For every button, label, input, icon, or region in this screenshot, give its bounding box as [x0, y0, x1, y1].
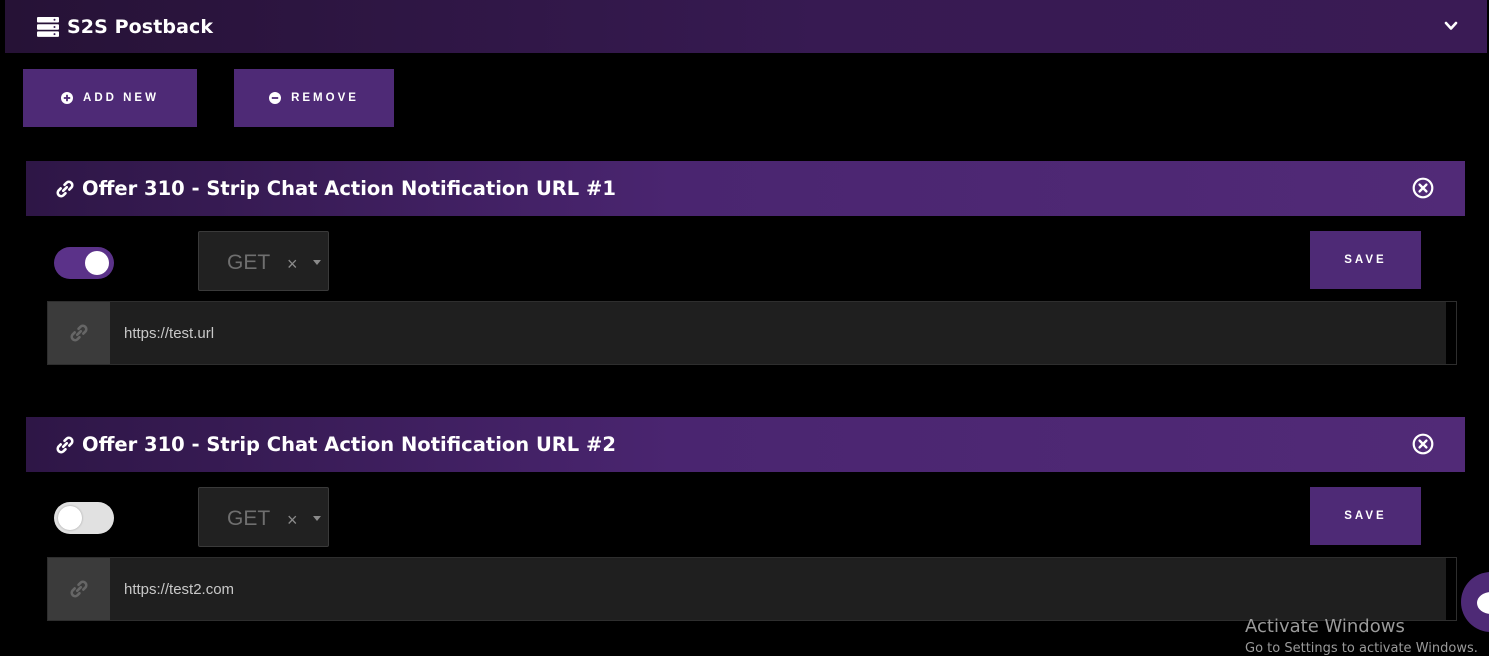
add-new-button[interactable]: ADD NEW [23, 69, 197, 127]
chat-bubble-icon [1477, 592, 1489, 614]
section-title: S2S Postback [67, 15, 214, 38]
section-header[interactable]: S2S Postback [5, 0, 1487, 53]
save-label: SAVE [1344, 510, 1387, 522]
link-icon [54, 178, 76, 200]
url-input-group-1 [47, 301, 1457, 365]
method-select-1[interactable]: GET × [198, 231, 329, 291]
close-circle-icon[interactable] [1412, 177, 1434, 199]
server-icon [37, 16, 59, 37]
enabled-toggle-1[interactable] [54, 247, 114, 279]
method-value: GET [227, 507, 271, 530]
chevron-down-icon[interactable] [1443, 18, 1459, 34]
windows-activation-watermark: Activate Windows Go to Settings to activ… [1245, 616, 1478, 656]
method-value: GET [227, 251, 271, 274]
postback-card-header-2: Offer 310 - Strip Chat Action Notificati… [26, 417, 1465, 472]
clear-selection-icon[interactable]: × [287, 255, 298, 273]
add-new-label: ADD NEW [83, 92, 159, 104]
input-edge [1446, 558, 1456, 620]
caret-down-icon [313, 260, 321, 265]
plus-circle-icon [61, 92, 74, 104]
link-icon [70, 324, 88, 342]
toggle-knob [58, 506, 82, 530]
link-icon [70, 580, 88, 598]
watermark-line-1: Activate Windows [1245, 616, 1405, 637]
remove-label: REMOVE [291, 92, 359, 104]
save-label: SAVE [1344, 254, 1387, 266]
caret-down-icon [313, 516, 321, 521]
postback-title: Offer 310 - Strip Chat Action Notificati… [82, 177, 616, 200]
watermark-line-2: Go to Settings to activate Windows. [1245, 641, 1478, 656]
save-button-1[interactable]: SAVE [1310, 231, 1421, 289]
url-input-group-2 [47, 557, 1457, 621]
remove-button[interactable]: REMOVE [234, 69, 394, 127]
input-edge [1446, 302, 1456, 364]
method-select-2[interactable]: GET × [198, 487, 329, 547]
toggle-knob [85, 251, 109, 275]
close-circle-icon[interactable] [1412, 433, 1434, 455]
minus-circle-icon [269, 92, 282, 104]
postback-url-input[interactable] [110, 558, 1446, 620]
enabled-toggle-2[interactable] [54, 502, 114, 534]
clear-selection-icon[interactable]: × [287, 511, 298, 529]
postback-title: Offer 310 - Strip Chat Action Notificati… [82, 433, 616, 456]
link-icon [54, 434, 76, 456]
url-addon [48, 558, 110, 620]
postback-url-input[interactable] [110, 302, 1446, 364]
postback-card-header-1: Offer 310 - Strip Chat Action Notificati… [26, 161, 1465, 216]
save-button-2[interactable]: SAVE [1310, 487, 1421, 545]
url-addon [48, 302, 110, 364]
